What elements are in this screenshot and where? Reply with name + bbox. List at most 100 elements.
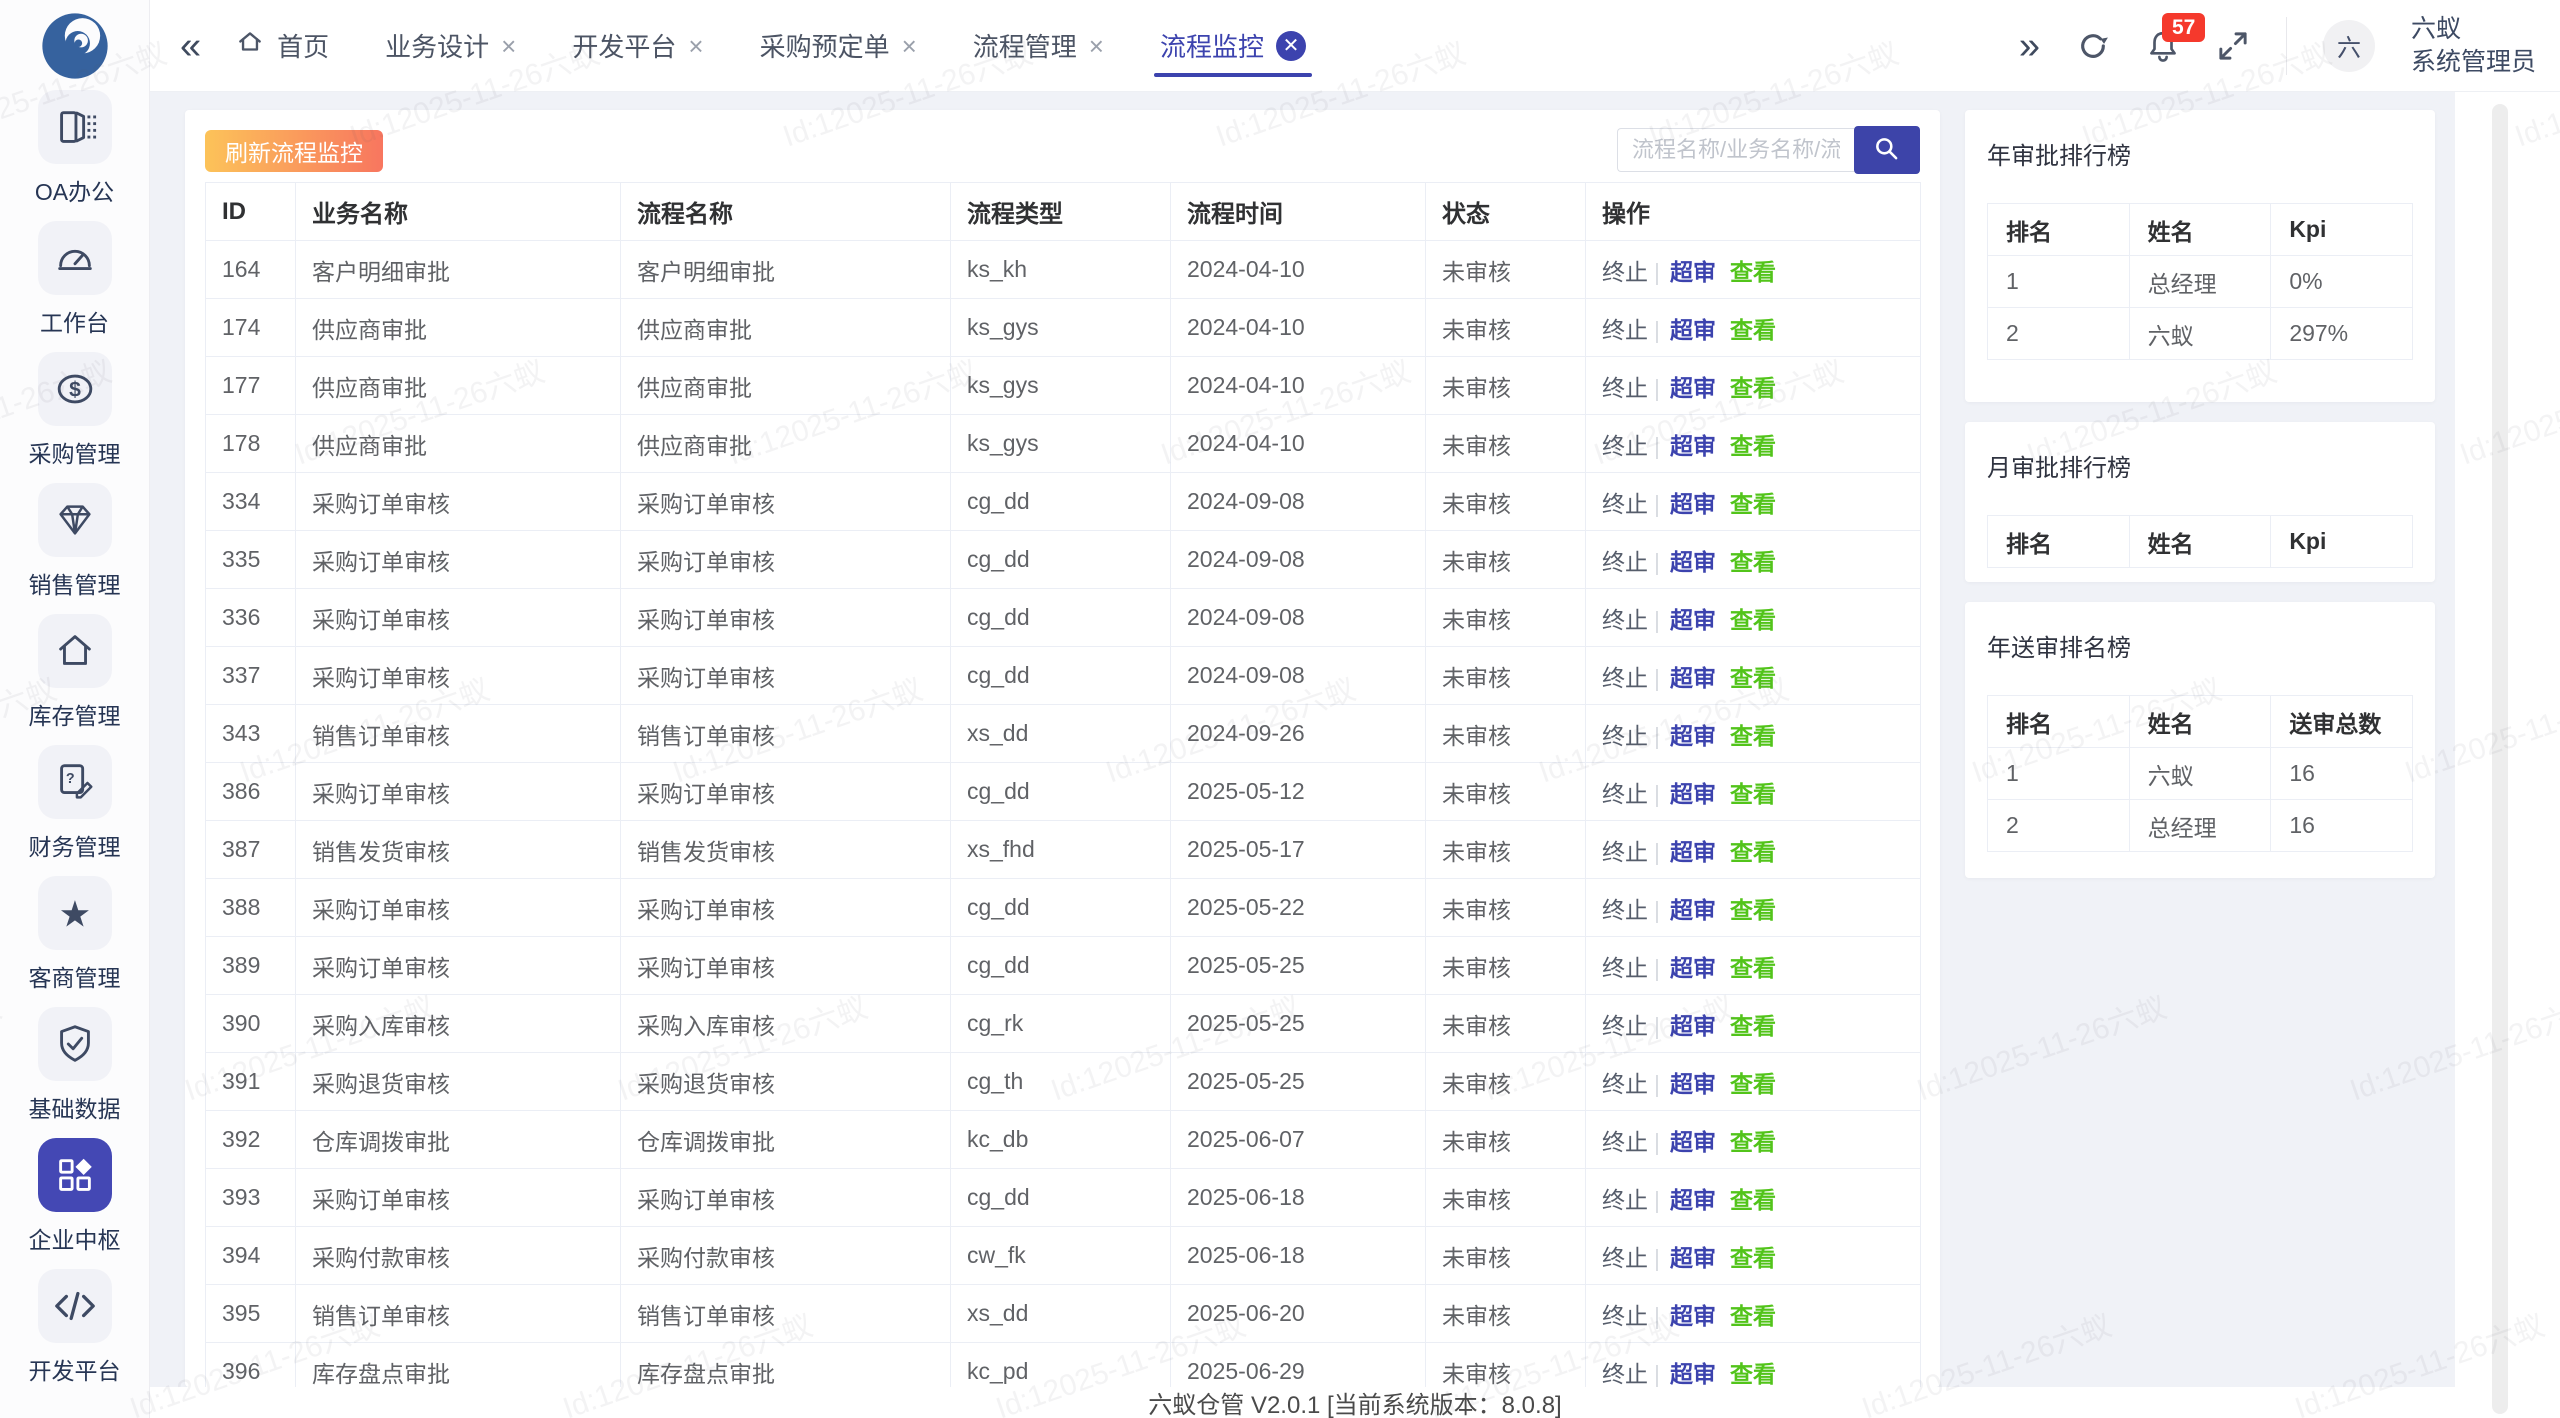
- cell-id: 335: [206, 531, 296, 589]
- terminate-link[interactable]: 终止: [1602, 1245, 1648, 1271]
- super-audit-link[interactable]: 超审: [1670, 839, 1716, 865]
- sidebar-item[interactable]: 企业中枢: [0, 1134, 150, 1265]
- terminate-link[interactable]: 终止: [1602, 723, 1648, 749]
- super-audit-link[interactable]: 超审: [1670, 1361, 1716, 1387]
- terminate-link[interactable]: 终止: [1602, 1303, 1648, 1329]
- view-link[interactable]: 查看: [1730, 1187, 1776, 1213]
- terminate-link[interactable]: 终止: [1602, 491, 1648, 517]
- super-audit-link[interactable]: 超审: [1670, 897, 1716, 923]
- super-audit-link[interactable]: 超审: [1670, 433, 1716, 459]
- avatar[interactable]: 六: [2323, 20, 2375, 72]
- super-audit-link[interactable]: 超审: [1670, 1071, 1716, 1097]
- super-audit-link[interactable]: 超审: [1670, 549, 1716, 575]
- tab-close-icon[interactable]: ×: [902, 33, 917, 59]
- super-audit-link[interactable]: 超审: [1670, 955, 1716, 981]
- expand-tabs-icon[interactable]: »: [2019, 27, 2040, 65]
- sidebar-item[interactable]: $ 采购管理: [0, 348, 150, 479]
- sidebar-item[interactable]: ★ 客商管理: [0, 872, 150, 1003]
- super-audit-link[interactable]: 超审: [1670, 1013, 1716, 1039]
- app-logo-swirl-icon[interactable]: [41, 12, 109, 80]
- terminate-link[interactable]: 终止: [1602, 955, 1648, 981]
- terminate-link[interactable]: 终止: [1602, 317, 1648, 343]
- cell-status: 未审核: [1426, 705, 1586, 763]
- super-audit-link[interactable]: 超审: [1670, 1303, 1716, 1329]
- sidebar-item-label: OA办公: [35, 173, 114, 207]
- view-link[interactable]: 查看: [1730, 607, 1776, 633]
- tab[interactable]: 流程监控✕: [1160, 0, 1306, 91]
- view-link[interactable]: 查看: [1730, 781, 1776, 807]
- terminate-link[interactable]: 终止: [1602, 1129, 1648, 1155]
- super-audit-link[interactable]: 超审: [1670, 665, 1716, 691]
- cell-actions: 终止|超审查看: [1586, 879, 1921, 937]
- super-audit-link[interactable]: 超审: [1670, 781, 1716, 807]
- terminate-link[interactable]: 终止: [1602, 665, 1648, 691]
- view-link[interactable]: 查看: [1730, 955, 1776, 981]
- view-link[interactable]: 查看: [1730, 259, 1776, 285]
- super-audit-link[interactable]: 超审: [1670, 259, 1716, 285]
- view-link[interactable]: 查看: [1730, 1245, 1776, 1271]
- cell-business-name: 采购付款审核: [296, 1227, 621, 1285]
- super-audit-link[interactable]: 超审: [1670, 1187, 1716, 1213]
- tab[interactable]: 采购预定单×: [760, 0, 917, 91]
- tab[interactable]: 首页: [235, 0, 329, 91]
- terminate-link[interactable]: 终止: [1602, 433, 1648, 459]
- terminate-link[interactable]: 终止: [1602, 781, 1648, 807]
- view-link[interactable]: 查看: [1730, 1361, 1776, 1387]
- sidebar-item[interactable]: ? 财务管理: [0, 741, 150, 872]
- sidebar-item[interactable]: 工作台: [0, 217, 150, 348]
- search-button[interactable]: [1854, 126, 1920, 174]
- tab-close-icon[interactable]: ×: [501, 33, 516, 59]
- house-icon: [38, 614, 112, 688]
- view-link[interactable]: 查看: [1730, 723, 1776, 749]
- view-link[interactable]: 查看: [1730, 491, 1776, 517]
- search-input[interactable]: [1617, 128, 1854, 172]
- cell-actions: 终止|超审查看: [1586, 1111, 1921, 1169]
- terminate-link[interactable]: 终止: [1602, 1071, 1648, 1097]
- terminate-link[interactable]: 终止: [1602, 375, 1648, 401]
- terminate-link[interactable]: 终止: [1602, 897, 1648, 923]
- sidebar-item[interactable]: 基础数据: [0, 1003, 150, 1134]
- view-link[interactable]: 查看: [1730, 1071, 1776, 1097]
- super-audit-link[interactable]: 超审: [1670, 1245, 1716, 1271]
- refresh-icon[interactable]: [2076, 29, 2110, 63]
- fullscreen-icon[interactable]: [2216, 29, 2250, 63]
- super-audit-link[interactable]: 超审: [1670, 491, 1716, 517]
- terminate-link[interactable]: 终止: [1602, 1361, 1648, 1387]
- view-link[interactable]: 查看: [1730, 1129, 1776, 1155]
- sidebar-item[interactable]: OA办公: [0, 86, 150, 217]
- view-link[interactable]: 查看: [1730, 317, 1776, 343]
- view-link[interactable]: 查看: [1730, 1013, 1776, 1039]
- view-link[interactable]: 查看: [1730, 897, 1776, 923]
- tab[interactable]: 流程管理×: [973, 0, 1104, 91]
- terminate-link[interactable]: 终止: [1602, 259, 1648, 285]
- cell-id: 396: [206, 1343, 296, 1388]
- terminate-link[interactable]: 终止: [1602, 549, 1648, 575]
- sidebar-item[interactable]: 销售管理: [0, 479, 150, 610]
- terminate-link[interactable]: 终止: [1602, 1013, 1648, 1039]
- super-audit-link[interactable]: 超审: [1670, 607, 1716, 633]
- terminate-link[interactable]: 终止: [1602, 607, 1648, 633]
- notifications-bell-icon[interactable]: 57: [2146, 29, 2180, 63]
- tab[interactable]: 业务设计×: [385, 0, 516, 91]
- view-link[interactable]: 查看: [1730, 665, 1776, 691]
- terminate-link[interactable]: 终止: [1602, 1187, 1648, 1213]
- view-link[interactable]: 查看: [1730, 375, 1776, 401]
- view-link[interactable]: 查看: [1730, 1303, 1776, 1329]
- super-audit-link[interactable]: 超审: [1670, 317, 1716, 343]
- super-audit-link[interactable]: 超审: [1670, 1129, 1716, 1155]
- view-link[interactable]: 查看: [1730, 839, 1776, 865]
- sidebar-item[interactable]: 开发平台: [0, 1265, 150, 1396]
- collapse-tabs-icon[interactable]: «: [180, 27, 201, 65]
- page-scrollbar[interactable]: [2492, 104, 2508, 1414]
- tab-close-icon[interactable]: ×: [688, 33, 703, 59]
- terminate-link[interactable]: 终止: [1602, 839, 1648, 865]
- tab[interactable]: 开发平台×: [572, 0, 703, 91]
- sidebar-item[interactable]: 库存管理: [0, 610, 150, 741]
- view-link[interactable]: 查看: [1730, 433, 1776, 459]
- tab-close-icon[interactable]: ✕: [1276, 31, 1306, 61]
- super-audit-link[interactable]: 超审: [1670, 723, 1716, 749]
- refresh-flow-monitor-button[interactable]: 刷新流程监控: [205, 130, 383, 172]
- view-link[interactable]: 查看: [1730, 549, 1776, 575]
- super-audit-link[interactable]: 超审: [1670, 375, 1716, 401]
- tab-close-icon[interactable]: ×: [1089, 33, 1104, 59]
